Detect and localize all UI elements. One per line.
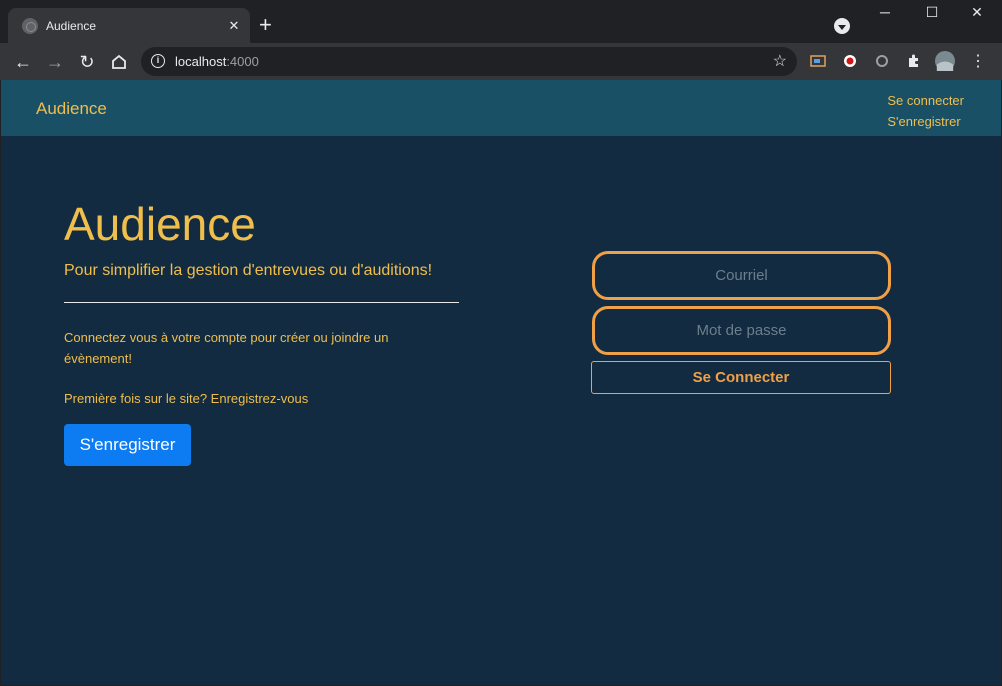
register-button[interactable]: S'enregistrer xyxy=(64,424,191,466)
site-navbar: Audience Se connecter S'enregistrer xyxy=(1,80,1001,136)
extension-record-icon[interactable] xyxy=(840,51,860,71)
maximize-icon[interactable]: ☐ xyxy=(922,4,942,21)
divider xyxy=(64,302,459,303)
hero-title: Audience xyxy=(64,198,256,250)
menu-icon[interactable]: ⋮ xyxy=(968,51,988,71)
new-tab-icon[interactable]: + xyxy=(259,13,272,37)
navbar-brand[interactable]: Audience xyxy=(36,99,107,119)
avatar[interactable] xyxy=(935,51,955,71)
extension-circle-icon[interactable] xyxy=(872,51,892,71)
extension-cast-icon[interactable] xyxy=(808,51,828,71)
browser-chrome: Audience ✕ + ─ ☐ ✕ ← → ↻ i localhost:400… xyxy=(0,0,1002,80)
url-text: localhost:4000 xyxy=(175,54,259,69)
nav-login-link[interactable]: Se connecter xyxy=(887,90,964,111)
browser-tab[interactable]: Audience ✕ xyxy=(8,8,250,43)
extensions-icon[interactable] xyxy=(904,51,924,71)
hero-subtitle: Pour simplifier la gestion d'entrevues o… xyxy=(64,262,433,279)
globe-icon xyxy=(22,17,38,34)
login-button[interactable]: Se Connecter xyxy=(591,361,891,394)
nav-register-link[interactable]: S'enregistrer xyxy=(887,111,964,132)
password-field[interactable] xyxy=(592,306,891,355)
close-window-icon[interactable]: ✕ xyxy=(967,4,987,21)
tab-title: Audience xyxy=(46,18,97,33)
tab-search-icon[interactable] xyxy=(834,18,850,34)
navbar-links: Se connecter S'enregistrer xyxy=(887,90,964,132)
forward-icon[interactable]: → xyxy=(43,50,67,74)
bookmark-star-icon[interactable]: ☆ xyxy=(773,51,787,71)
back-icon[interactable]: ← xyxy=(11,50,35,74)
minimize-icon[interactable]: ─ xyxy=(875,4,895,20)
hero-register-text: Première fois sur le site? Enregistrez-v… xyxy=(64,391,309,406)
browser-toolbar: ← → ↻ i localhost:4000 ☆ ⋮ xyxy=(0,43,1002,80)
home-icon[interactable] xyxy=(107,50,131,74)
reload-icon[interactable]: ↻ xyxy=(75,50,99,74)
info-icon[interactable]: i xyxy=(151,54,165,68)
email-field[interactable] xyxy=(592,251,891,300)
hero-login-text: Connectez vous à votre compte pour créer… xyxy=(64,330,389,366)
close-tab-icon[interactable]: ✕ xyxy=(222,18,246,34)
address-bar[interactable]: i localhost:4000 ☆ xyxy=(141,47,797,76)
page-content: Audience Se connecter S'enregistrer Audi… xyxy=(1,80,1001,685)
